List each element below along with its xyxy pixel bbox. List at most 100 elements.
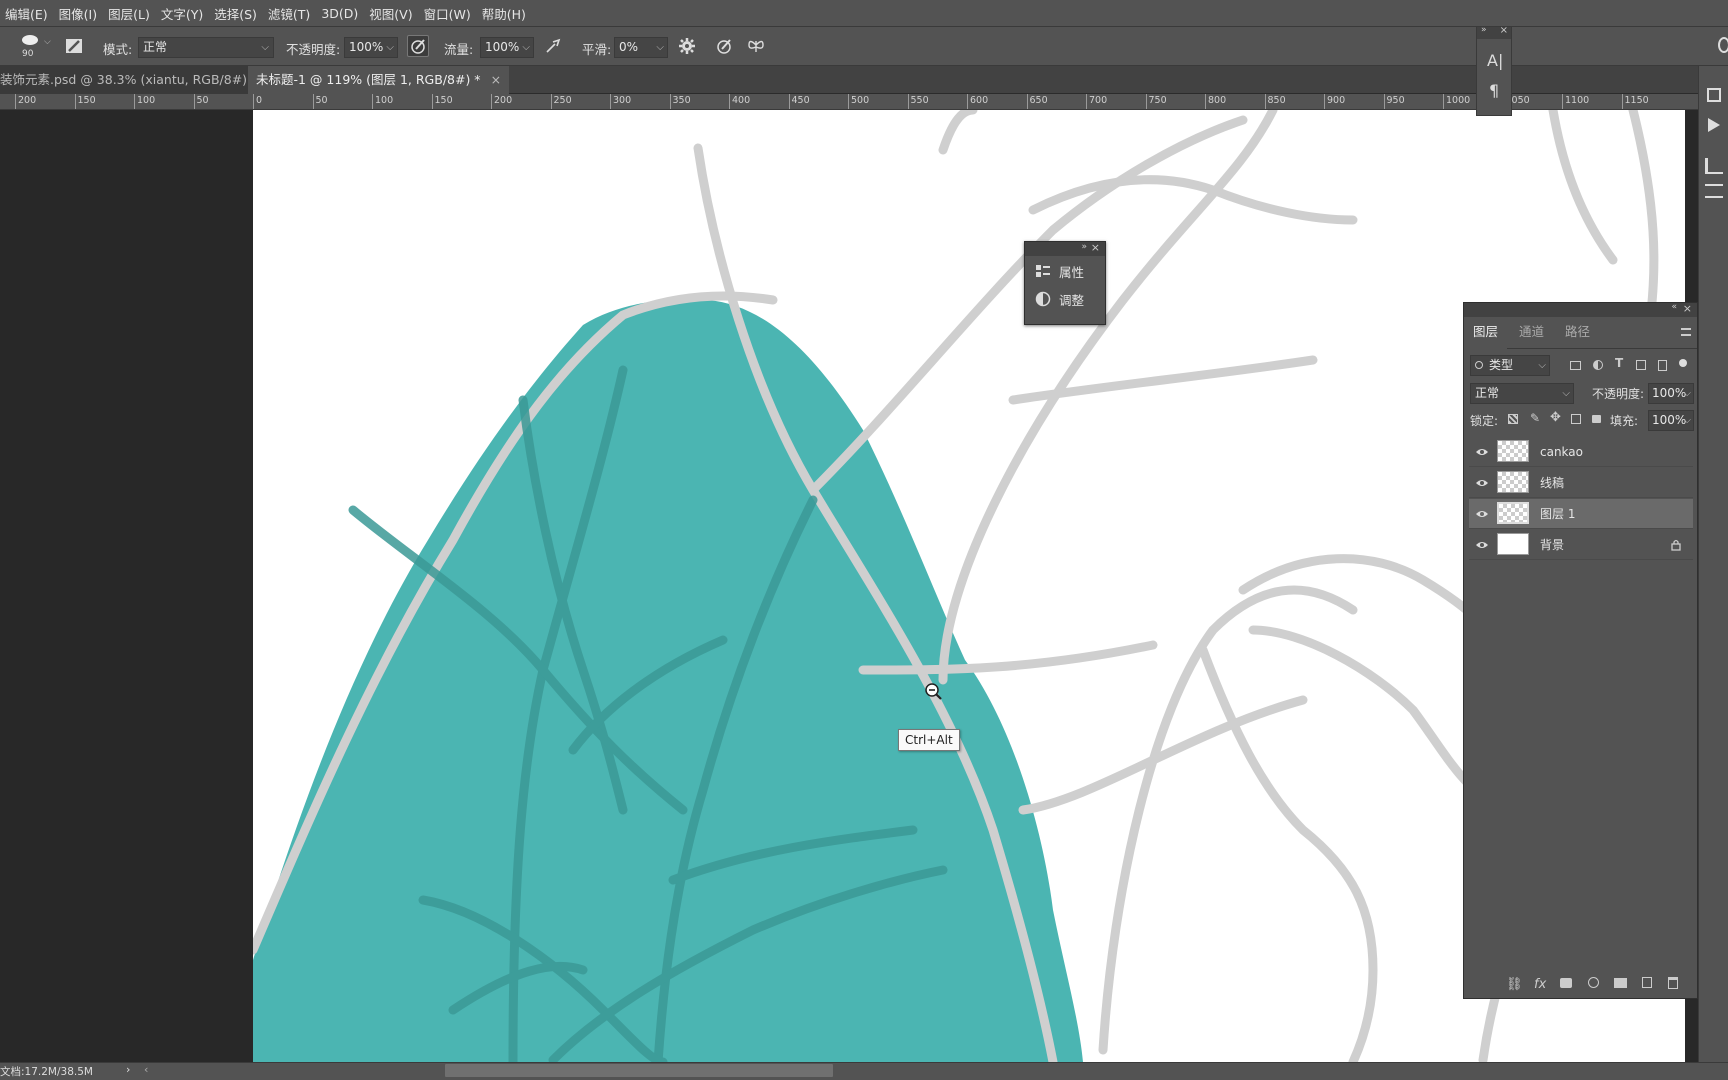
options-bar: 90 ⌵ 模式: 正常 ⌵ 不透明度: 100% ⌵ 流量: 100% ⌵ 平滑… [0, 26, 1728, 66]
menu-item[interactable]: 窗口(W) [419, 4, 477, 23]
ruler-label: 200 [18, 95, 37, 106]
filter-pixel-icon[interactable] [1570, 361, 1581, 370]
properties-item[interactable]: 属性 [1025, 258, 1107, 284]
smoothing-options-button[interactable] [677, 36, 699, 58]
filter-smart-object-icon[interactable] [1658, 360, 1667, 371]
symmetry-button[interactable] [746, 36, 768, 58]
tab-label: 装饰元素.psd @ 38.3% (xiantu, RGB/8#) * [0, 72, 258, 87]
close-icon[interactable]: × [1683, 302, 1692, 315]
mode-select[interactable]: 正常 ⌵ [138, 37, 274, 58]
filter-shape-icon[interactable] [1636, 360, 1646, 370]
collapse-icon[interactable]: » [1481, 25, 1487, 35]
visibility-eye-icon[interactable] [1475, 478, 1489, 488]
link-layers-icon[interactable]: ⛓ [1506, 977, 1523, 992]
sliders-icon[interactable] [1705, 184, 1723, 198]
chevron-down-icon: ⌵ [656, 42, 664, 53]
ruler-tick [550, 94, 552, 109]
tab-layers[interactable]: 图层 [1464, 317, 1508, 349]
paragraph-icon[interactable]: ¶ [1489, 81, 1499, 100]
ruler-label: 900 [1327, 95, 1346, 106]
layer-filter-select[interactable]: 类型 ⌵ [1470, 355, 1550, 376]
tab-channels[interactable]: 通道 [1510, 317, 1553, 349]
ruler-tick [1145, 94, 1147, 109]
status-menu-icon[interactable]: › [126, 1063, 130, 1076]
close-icon[interactable]: × [1500, 25, 1508, 36]
adjustments-item[interactable]: 调整 [1025, 286, 1107, 312]
panel-menu-icon[interactable] [1681, 328, 1691, 336]
lock-transparent-icon[interactable] [1508, 414, 1518, 424]
menu-item[interactable]: 文字(Y) [156, 4, 209, 23]
menu-item[interactable]: 3D(D) [316, 6, 364, 21]
smooth-field[interactable]: 0% ⌵ [614, 37, 668, 58]
search-icon[interactable] [1718, 37, 1728, 53]
panel-header[interactable]: « × [1464, 302, 1697, 317]
new-layer-icon[interactable] [1642, 977, 1652, 988]
ruler-label: 150 [434, 95, 453, 106]
lock-all-icon[interactable] [1592, 415, 1601, 423]
menu-item[interactable]: 图层(L) [103, 4, 156, 23]
menu-item[interactable]: 滤镜(T) [263, 4, 316, 23]
layer-name: cankao [1540, 445, 1583, 459]
filter-adjustment-icon[interactable] [1593, 360, 1603, 370]
tab-document-2[interactable]: 未标题-1 @ 119% (图层 1, RGB/8#) * × [248, 66, 510, 94]
tab-paths[interactable]: 路径 [1556, 317, 1599, 349]
lock-artboard-icon[interactable] [1571, 414, 1581, 424]
document-tabs: 装饰元素.psd @ 38.3% (xiantu, RGB/8#) *× 未标题… [0, 66, 1728, 94]
menu-item[interactable]: 图像(I) [54, 4, 103, 23]
brush-preset-picker[interactable]: 90 ⌵ [16, 31, 54, 63]
ruler-tick [74, 94, 76, 109]
pressure-size-button[interactable] [714, 36, 736, 58]
panel-header[interactable]: » × [1477, 25, 1511, 39]
close-icon[interactable]: × [1091, 241, 1100, 254]
history-icon[interactable] [1707, 88, 1721, 102]
brush-settings-button[interactable] [64, 36, 86, 58]
panel-header[interactable]: » × [1025, 241, 1105, 256]
layer-style-fx-icon[interactable]: fx [1534, 977, 1546, 992]
layer-row-cankao[interactable]: cankao [1469, 437, 1693, 467]
brush-settings-icon[interactable] [1705, 158, 1723, 174]
blend-mode-select[interactable]: 正常 ⌵ [1470, 383, 1574, 404]
visibility-eye-icon[interactable] [1475, 509, 1489, 519]
collapse-icon[interactable]: « [1671, 302, 1677, 312]
menu-item[interactable]: 视图(V) [364, 4, 418, 23]
layer-opacity-field[interactable]: 100% ⌵ [1648, 383, 1694, 404]
lock-position-icon[interactable]: ✥ [1550, 410, 1561, 425]
close-icon[interactable]: × [491, 72, 501, 87]
collapse-icon[interactable]: » [1081, 242, 1087, 252]
menu-item[interactable]: 帮助(H) [477, 4, 532, 23]
ruler-tick [1621, 94, 1623, 109]
lock-image-icon[interactable]: ✎ [1530, 411, 1540, 425]
visibility-eye-icon[interactable] [1475, 447, 1489, 457]
pressure-opacity-button[interactable] [407, 35, 429, 57]
properties-adjustments-panel: » × 属性 调整 [1024, 241, 1106, 325]
new-adjustment-layer-icon[interactable] [1588, 977, 1599, 988]
horizontal-ruler[interactable]: 200 150 100 50 0 50 100 150 200 250 300 350 400 450 50… [0, 94, 1728, 110]
layer-row-xiangao[interactable]: 线稿 [1469, 468, 1693, 498]
visibility-eye-icon[interactable] [1475, 540, 1489, 550]
delete-layer-icon[interactable] [1668, 977, 1678, 989]
menu-item[interactable]: 编辑(E) [0, 4, 54, 23]
ruler-label: 200 [494, 95, 513, 106]
airbrush-button[interactable] [543, 36, 565, 58]
horizontal-scrollbar[interactable] [445, 1064, 833, 1077]
filter-toggle-icon[interactable] [1679, 359, 1687, 367]
zoom-out-cursor-icon [925, 683, 942, 700]
layer-name: 线稿 [1540, 476, 1565, 490]
character-icon[interactable]: A| [1487, 51, 1503, 70]
scroll-left-icon[interactable]: ‹ [144, 1063, 148, 1076]
layer-row-background[interactable]: 背景 [1469, 530, 1693, 560]
flow-field[interactable]: 100% ⌵ [480, 37, 534, 58]
filter-type-icon[interactable]: T [1615, 356, 1623, 370]
search-icon [1475, 361, 1483, 369]
tab-document-1[interactable]: 装饰元素.psd @ 38.3% (xiantu, RGB/8#) *× [0, 66, 286, 94]
menu-item[interactable]: 选择(S) [209, 4, 263, 23]
layer-row-layer-1[interactable]: 图层 1 [1469, 499, 1693, 529]
ruler-label: 150 [77, 95, 96, 106]
layer-thumbnail [1497, 471, 1529, 493]
fill-field[interactable]: 100% ⌵ [1648, 410, 1694, 431]
add-mask-icon[interactable] [1560, 978, 1572, 988]
new-group-icon[interactable] [1614, 978, 1627, 988]
play-icon[interactable] [1708, 118, 1720, 132]
opacity-field[interactable]: 100% ⌵ [344, 37, 398, 58]
ruler-label: 800 [1208, 95, 1227, 106]
